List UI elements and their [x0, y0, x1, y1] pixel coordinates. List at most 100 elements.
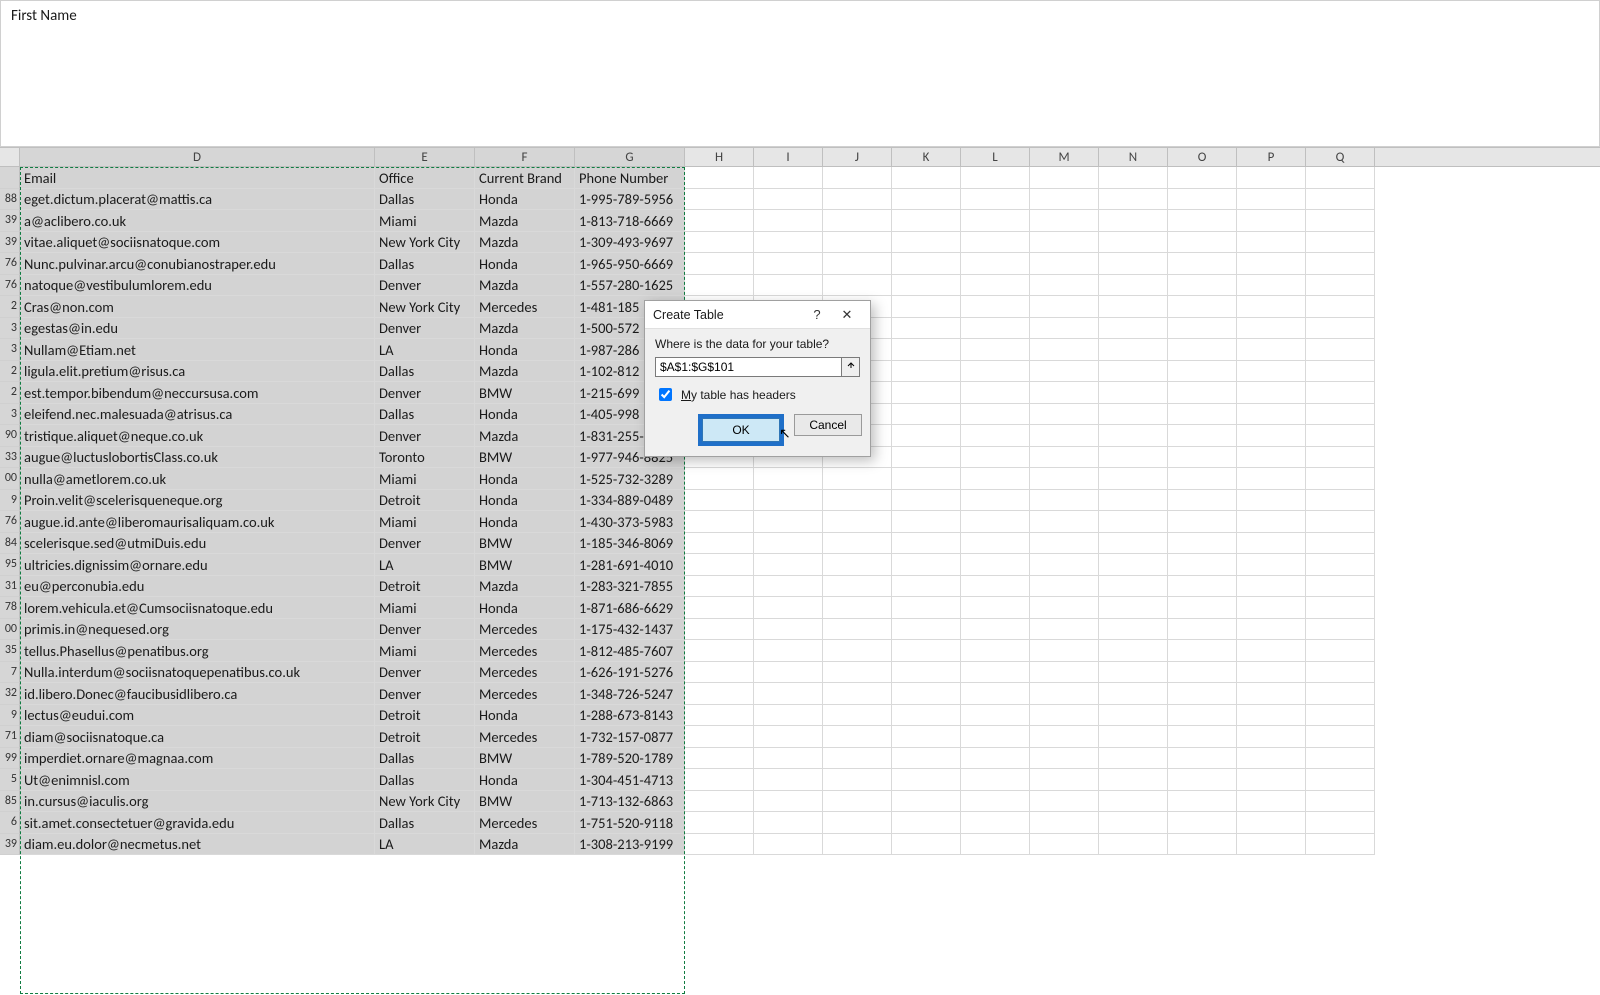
- data-cell[interactable]: id.libero.Donec@faucibusidlibero.ca: [20, 683, 375, 705]
- data-cell[interactable]: Honda: [475, 468, 575, 490]
- row-number[interactable]: 84: [0, 533, 20, 555]
- data-cell[interactable]: Miami: [375, 210, 475, 232]
- data-cell[interactable]: 1-871-686-6629: [575, 597, 685, 619]
- data-cell[interactable]: 1-283-321-7855: [575, 576, 685, 598]
- data-cell[interactable]: New York City: [375, 232, 475, 254]
- data-cell[interactable]: LA: [375, 554, 475, 576]
- ok-button[interactable]: OK: [702, 418, 780, 442]
- data-cell[interactable]: Ut@enimnisl.com: [20, 769, 375, 791]
- col-header-E[interactable]: E: [375, 148, 475, 166]
- data-cell[interactable]: Dallas: [375, 189, 475, 211]
- col-header-J[interactable]: J: [823, 148, 892, 166]
- data-cell[interactable]: 1-965-950-6669: [575, 253, 685, 275]
- row-number[interactable]: 00: [0, 619, 20, 641]
- data-cell[interactable]: in.cursus@iaculis.org: [20, 791, 375, 813]
- dialog-titlebar[interactable]: Create Table ? ✕: [645, 301, 870, 329]
- data-cell[interactable]: Miami: [375, 640, 475, 662]
- data-cell[interactable]: 1-789-520-1789: [575, 748, 685, 770]
- data-cell[interactable]: 1-626-191-5276: [575, 662, 685, 684]
- data-cell[interactable]: Detroit: [375, 490, 475, 512]
- data-cell[interactable]: 1-288-673-8143: [575, 705, 685, 727]
- data-cell[interactable]: Mazda: [475, 232, 575, 254]
- data-cell[interactable]: 1-334-889-0489: [575, 490, 685, 512]
- data-cell[interactable]: 1-308-213-9199: [575, 834, 685, 856]
- row-number[interactable]: [0, 167, 20, 189]
- row-number[interactable]: 76: [0, 275, 20, 297]
- data-cell[interactable]: Mazda: [475, 834, 575, 856]
- data-cell[interactable]: 1-525-732-3289: [575, 468, 685, 490]
- data-cell[interactable]: Mercedes: [475, 296, 575, 318]
- table-range-input[interactable]: [655, 357, 842, 377]
- grid-body[interactable]: Email Office Current Brand Phone Number …: [0, 167, 1600, 994]
- data-cell[interactable]: Mercedes: [475, 619, 575, 641]
- data-cell[interactable]: Mazda: [475, 210, 575, 232]
- row-number[interactable]: 6: [0, 812, 20, 834]
- headers-checkbox[interactable]: [659, 388, 672, 401]
- data-cell[interactable]: BMW: [475, 447, 575, 469]
- row-number[interactable]: 9: [0, 490, 20, 512]
- data-cell[interactable]: Honda: [475, 597, 575, 619]
- row-number[interactable]: 2: [0, 296, 20, 318]
- row-number[interactable]: 99: [0, 748, 20, 770]
- data-cell[interactable]: 1-557-280-1625: [575, 275, 685, 297]
- collapse-dialog-icon[interactable]: [842, 357, 860, 377]
- data-cell[interactable]: Mazda: [475, 318, 575, 340]
- data-cell[interactable]: Dallas: [375, 404, 475, 426]
- data-cell[interactable]: Denver: [375, 683, 475, 705]
- col-header-I[interactable]: I: [754, 148, 823, 166]
- row-number[interactable]: 39: [0, 834, 20, 856]
- col-header-M[interactable]: M: [1030, 148, 1099, 166]
- data-cell[interactable]: Denver: [375, 275, 475, 297]
- data-cell[interactable]: Miami: [375, 597, 475, 619]
- data-cell[interactable]: Detroit: [375, 576, 475, 598]
- header-cell-email[interactable]: Email: [20, 167, 375, 189]
- data-cell[interactable]: Honda: [475, 705, 575, 727]
- data-cell[interactable]: 1-175-432-1437: [575, 619, 685, 641]
- data-cell[interactable]: Miami: [375, 468, 475, 490]
- row-number[interactable]: 39: [0, 210, 20, 232]
- col-header-P[interactable]: P: [1237, 148, 1306, 166]
- data-cell[interactable]: Nulla.interdum@sociisnatoquepenatibus.co…: [20, 662, 375, 684]
- data-cell[interactable]: New York City: [375, 791, 475, 813]
- data-cell[interactable]: Miami: [375, 511, 475, 533]
- row-number[interactable]: 9: [0, 705, 20, 727]
- data-cell[interactable]: Honda: [475, 511, 575, 533]
- data-cell[interactable]: tristique.aliquet@neque.co.uk: [20, 425, 375, 447]
- data-cell[interactable]: 1-309-493-9697: [575, 232, 685, 254]
- data-cell[interactable]: Dallas: [375, 361, 475, 383]
- col-header-G[interactable]: G: [575, 148, 685, 166]
- data-cell[interactable]: est.tempor.bibendum@neccursusa.com: [20, 382, 375, 404]
- col-header-L[interactable]: L: [961, 148, 1030, 166]
- data-cell[interactable]: Honda: [475, 490, 575, 512]
- row-number[interactable]: 5: [0, 769, 20, 791]
- data-cell[interactable]: Mazda: [475, 425, 575, 447]
- col-header-K[interactable]: K: [892, 148, 961, 166]
- data-cell[interactable]: imperdiet.ornare@magnaa.com: [20, 748, 375, 770]
- row-number[interactable]: 00: [0, 468, 20, 490]
- data-cell[interactable]: tellus.Phasellus@penatibus.org: [20, 640, 375, 662]
- data-cell[interactable]: diam.eu.dolor@necmetus.net: [20, 834, 375, 856]
- data-cell[interactable]: Honda: [475, 253, 575, 275]
- data-cell[interactable]: Mercedes: [475, 726, 575, 748]
- data-cell[interactable]: Denver: [375, 662, 475, 684]
- data-cell[interactable]: ligula.elit.pretium@risus.ca: [20, 361, 375, 383]
- row-number[interactable]: 85: [0, 791, 20, 813]
- data-cell[interactable]: 1-348-726-5247: [575, 683, 685, 705]
- data-cell[interactable]: 1-751-520-9118: [575, 812, 685, 834]
- data-cell[interactable]: 1-813-718-6669: [575, 210, 685, 232]
- row-number[interactable]: 78: [0, 597, 20, 619]
- data-cell[interactable]: BMW: [475, 791, 575, 813]
- header-cell-brand[interactable]: Current Brand: [475, 167, 575, 189]
- row-number[interactable]: 3: [0, 318, 20, 340]
- data-cell[interactable]: New York City: [375, 296, 475, 318]
- data-cell[interactable]: Detroit: [375, 705, 475, 727]
- data-cell[interactable]: Dallas: [375, 748, 475, 770]
- data-cell[interactable]: 1-812-485-7607: [575, 640, 685, 662]
- row-number[interactable]: 76: [0, 253, 20, 275]
- data-cell[interactable]: Mercedes: [475, 640, 575, 662]
- data-cell[interactable]: BMW: [475, 533, 575, 555]
- data-cell[interactable]: a@aclibero.co.uk: [20, 210, 375, 232]
- data-cell[interactable]: Dallas: [375, 253, 475, 275]
- data-cell[interactable]: Dallas: [375, 812, 475, 834]
- data-cell[interactable]: Honda: [475, 769, 575, 791]
